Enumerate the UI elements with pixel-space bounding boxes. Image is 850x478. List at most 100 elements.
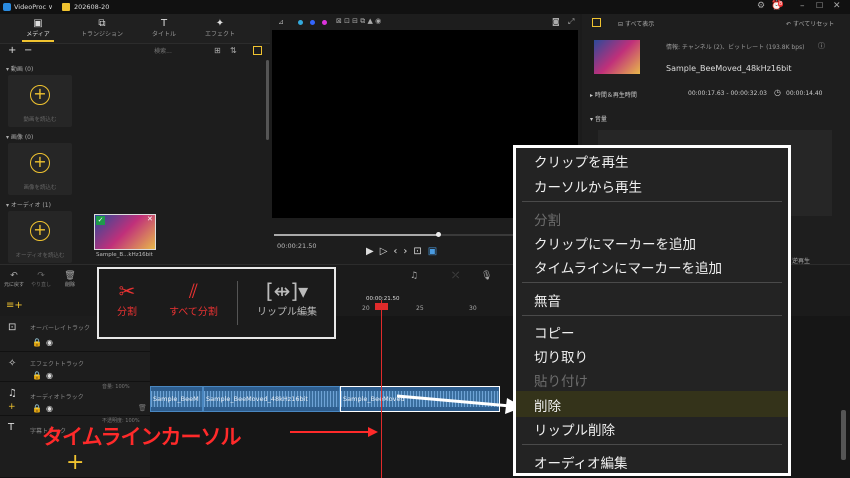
- delete-button[interactable]: 🗑 削除: [60, 271, 80, 288]
- tab-label: タイトル: [151, 31, 176, 38]
- grid-view-icon[interactable]: ⊞: [214, 46, 221, 55]
- undo-button[interactable]: ↶ 元に戻す: [4, 271, 24, 288]
- menu-item-play-from-cursor[interactable]: カーソルから再生: [534, 176, 642, 196]
- visibility-icon[interactable]: ◉: [46, 338, 53, 347]
- tab-title[interactable]: T タイトル: [134, 18, 194, 38]
- panel-toggle-icon[interactable]: [253, 46, 262, 55]
- add-subtitle-icon[interactable]: +: [66, 450, 84, 475]
- import-video-button[interactable]: + 動画を読込む: [8, 75, 72, 127]
- visibility-icon[interactable]: ◉: [46, 371, 53, 380]
- media-tabs: ▣ メディア ⧉ トランジション T タイトル ✦ エフェクト: [0, 14, 270, 44]
- audio-section-header[interactable]: ▾ オーディオ (1): [6, 200, 51, 209]
- add-track-icon[interactable]: ≡+: [6, 300, 23, 311]
- tab-label: エフェクト: [204, 31, 235, 38]
- audio-clip[interactable]: Sample_BeeM: [150, 386, 203, 412]
- color-dot-pink-icon[interactable]: [322, 20, 327, 25]
- annotation-arrow-to-menu: [396, 394, 523, 414]
- tab-transition[interactable]: ⧉ トランジション: [72, 18, 132, 38]
- annotation-arrow: [290, 427, 378, 437]
- mic-icon[interactable]: 🎙: [481, 271, 492, 281]
- remove-icon[interactable]: −: [24, 45, 32, 56]
- playhead-time: 00:00:21.50: [366, 296, 400, 302]
- split-all-label: すべて分割: [169, 307, 218, 318]
- section-label: 音量: [594, 116, 607, 123]
- subtitle-track-icon: T: [8, 422, 15, 433]
- menu-item-add-clip-marker[interactable]: クリップにマーカーを追加: [534, 233, 696, 253]
- menu-separator: [522, 444, 782, 445]
- export-icon[interactable]: ▣: [428, 246, 443, 257]
- settings-icon[interactable]: ⚙: [757, 1, 765, 11]
- preview-progress-thumb[interactable]: [436, 232, 441, 237]
- callout-divider: [237, 281, 238, 325]
- time-section-header[interactable]: ▸ 時間＆再生時間: [590, 90, 637, 99]
- ruler-icon[interactable]: ⊿: [278, 18, 284, 26]
- split-all-button[interactable]: ⫽ すべて分割: [169, 279, 218, 318]
- app-menu-button[interactable]: VideoProc ∨: [14, 3, 53, 11]
- close-icon[interactable]: ✕: [833, 1, 841, 11]
- maximize-icon[interactable]: ☐: [816, 1, 823, 10]
- menu-item-audio-edit[interactable]: オーディオ編集: [534, 452, 628, 472]
- snapshot-icon[interactable]: ◙: [552, 17, 560, 26]
- lock-icon[interactable]: 🔒: [32, 404, 42, 413]
- info-icon[interactable]: ⓘ: [818, 41, 825, 51]
- ripple-edit-icon: [⇹]▾: [265, 279, 309, 303]
- sort-icon[interactable]: ⇅: [230, 46, 237, 55]
- minimize-icon[interactable]: –: [800, 1, 805, 11]
- menu-item-paste: 貼り付け: [534, 374, 588, 390]
- next-frame-icon[interactable]: ▷: [380, 246, 394, 257]
- trash-icon[interactable]: 🗑: [138, 404, 147, 412]
- plus-icon: +: [30, 85, 50, 105]
- fit-icon[interactable]: ⊡: [413, 246, 427, 257]
- reset-all-button[interactable]: ↶ すべてリセット: [786, 19, 834, 28]
- menu-item-cut[interactable]: 切り取り: [534, 346, 588, 366]
- visibility-icon[interactable]: ◉: [46, 404, 53, 413]
- tab-media[interactable]: ▣ メディア: [8, 18, 68, 42]
- delete-label: 削除: [64, 282, 75, 288]
- lock-icon[interactable]: 🔒: [32, 338, 42, 347]
- media-library: ▾ 動画 (0) + 動画を読込む ▾ 画像 (0) + 画像を読込む ▾ オーディ…: [0, 58, 270, 264]
- import-label: 動画を読込む: [23, 117, 57, 123]
- lock-icon[interactable]: 🔒: [32, 371, 42, 380]
- menu-item-delete[interactable]: 削除: [534, 395, 561, 415]
- remove-item-icon[interactable]: ✕: [147, 215, 153, 223]
- title-icon: T: [160, 18, 168, 29]
- track-volume[interactable]: 音量: 100%: [102, 383, 130, 390]
- ripple-edit-button[interactable]: [⇹]▾ リップル編集: [257, 279, 317, 318]
- menu-separator: [522, 282, 782, 283]
- library-scrollbar[interactable]: [266, 60, 269, 140]
- color-dot-cyan-icon[interactable]: [298, 20, 303, 25]
- crop-icon[interactable]: ⊠ ⊡ ⊟ ⧉ ▲ ◉: [336, 17, 381, 26]
- audio-detach-icon[interactable]: ⤫: [452, 271, 459, 281]
- import-label: オーディオを読込む: [15, 253, 65, 259]
- add-icon[interactable]: +: [8, 45, 16, 56]
- fullscreen-icon[interactable]: ⤢: [568, 17, 574, 27]
- search-input[interactable]: [120, 46, 206, 56]
- split-button[interactable]: ✂ 分割: [117, 279, 137, 318]
- video-section-header[interactable]: ▾ 動画 (0): [6, 64, 33, 73]
- import-image-button[interactable]: + 画像を読込む: [8, 143, 72, 195]
- timeline-scrollbar[interactable]: [841, 410, 846, 460]
- play-controls: ▶▷‹›⊡▣: [366, 246, 443, 257]
- show-all-button[interactable]: ⊟ すべて表示: [618, 19, 654, 28]
- audio-edit-tool-icon[interactable]: ♫: [410, 271, 418, 281]
- volume-section-header[interactable]: ▾ 音量: [590, 114, 607, 123]
- ruler-tick-label: 20: [362, 305, 370, 312]
- tab-effect[interactable]: ✦ エフェクト: [190, 18, 250, 38]
- step-icon[interactable]: ‹›: [393, 246, 413, 257]
- redo-button[interactable]: ↷ やり直し: [30, 271, 52, 288]
- image-section-header[interactable]: ▾ 画像 (0): [6, 132, 33, 141]
- play-icon[interactable]: ▶: [366, 246, 380, 257]
- color-dot-blue-icon[interactable]: [310, 20, 315, 25]
- import-audio-button[interactable]: + オーディオを読込む: [8, 211, 72, 263]
- add-audio-icon[interactable]: +: [8, 402, 16, 412]
- menu-item-copy[interactable]: コピー: [534, 322, 575, 342]
- timeline-cursor[interactable]: [381, 300, 382, 478]
- panel-toggle-icon[interactable]: [592, 18, 601, 27]
- menu-item-play-clip[interactable]: クリップを再生: [534, 151, 629, 171]
- trash-icon: 🗑: [64, 271, 76, 281]
- menu-item-mute[interactable]: 無音: [534, 290, 561, 310]
- audio-clip[interactable]: Sample_BeeMoved_48kHz16bit: [203, 386, 340, 412]
- menu-item-ripple-delete[interactable]: リップル削除: [534, 419, 615, 439]
- menu-item-add-timeline-marker[interactable]: タイムラインにマーカーを追加: [534, 257, 722, 277]
- clip-label: Sample_BeeMoved_48kHz16bit: [206, 395, 308, 403]
